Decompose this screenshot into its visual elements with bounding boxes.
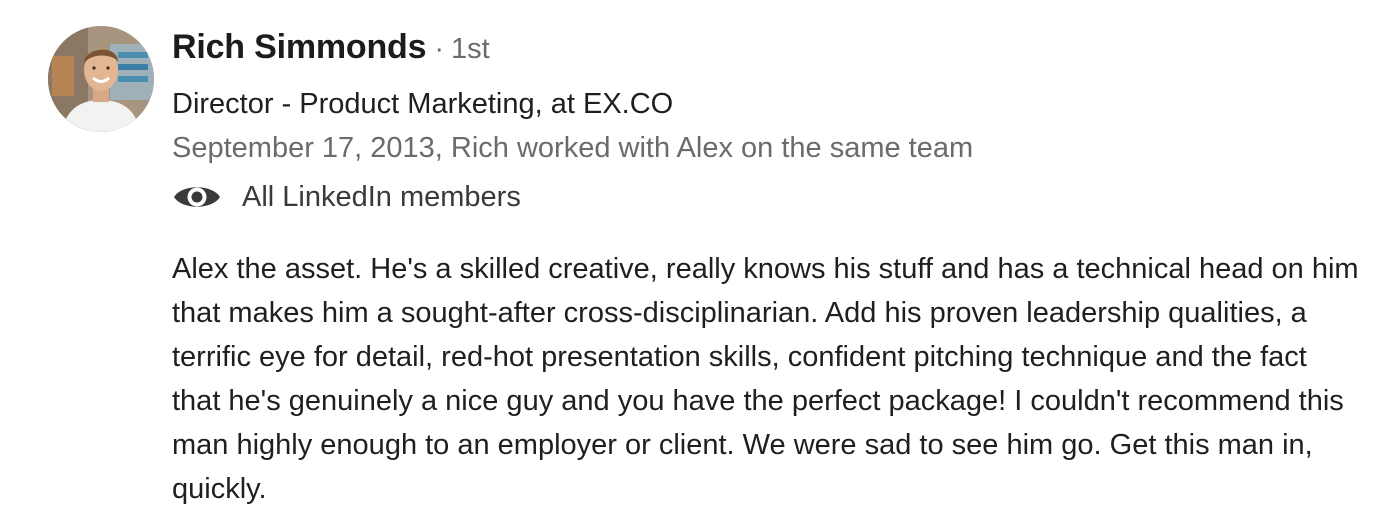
recommendation-card: Rich Simmonds · 1st Director - Product M…	[0, 0, 1390, 532]
avatar[interactable]	[48, 26, 154, 132]
degree-separator: ·	[434, 33, 444, 65]
recommendation-meta: September 17, 2013, Rich worked with Ale…	[172, 132, 974, 164]
author-name-line: Rich Simmonds · 1st	[172, 28, 1352, 78]
author-name[interactable]: Rich Simmonds	[172, 28, 427, 67]
profile-photo	[48, 26, 154, 132]
recommendation-header: Rich Simmonds · 1st Director - Product M…	[172, 28, 1352, 222]
recommendation-text: Alex the asset. He's a skilled creative,…	[172, 253, 1359, 505]
visibility-indicator: All LinkedIn members	[172, 172, 1352, 222]
visibility-label: All LinkedIn members	[242, 180, 521, 213]
connection-degree: 1st	[451, 33, 490, 65]
eye-icon	[172, 180, 222, 214]
author-headline: Director - Product Marketing, at EX.CO	[172, 88, 674, 120]
